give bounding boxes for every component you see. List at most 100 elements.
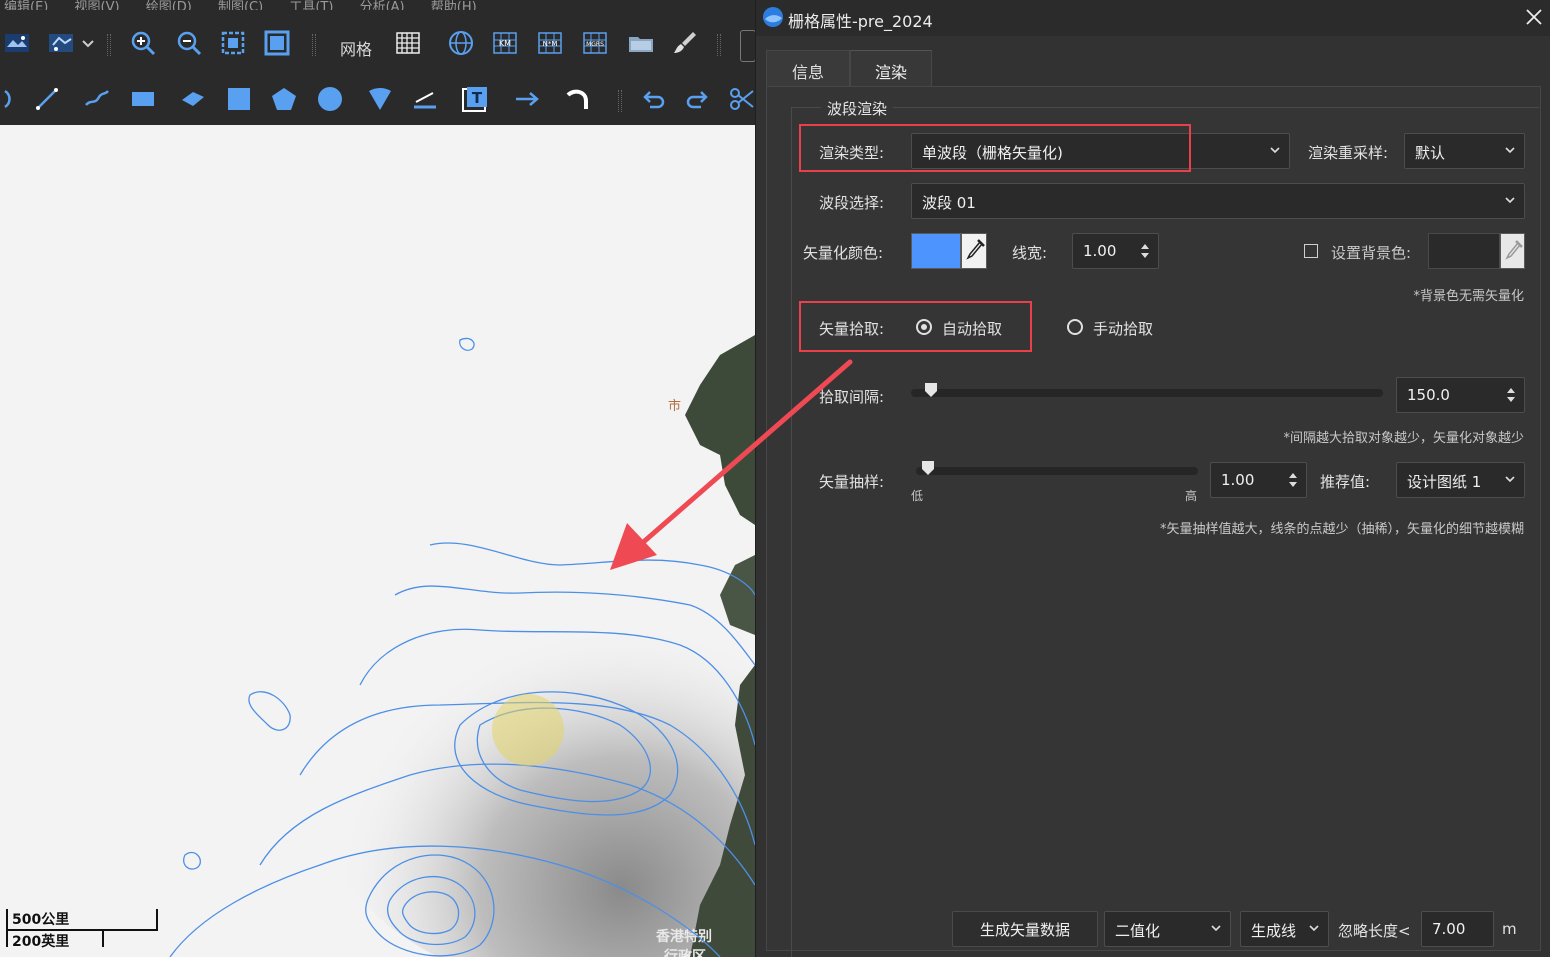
pick-auto-radio[interactable] [916,319,932,335]
spinner-arrows-icon[interactable] [1140,241,1150,261]
highlight-circle [492,694,564,766]
tab-info[interactable]: 信息 [766,50,850,87]
sample-label: 矢量抽样: [819,473,885,491]
render-type-select[interactable]: 单波段（栅格矢量化) [911,133,1290,169]
sample-slider-thumb[interactable] [921,461,934,475]
toolbar-overflow[interactable] [740,30,755,62]
line-width-value: 1.00 [1083,242,1117,260]
band-value: 波段 01 [922,194,976,212]
menu-edit[interactable]: 编辑(E) [4,0,48,10]
latlng-grid-icon[interactable] [446,28,476,58]
recommend-value: 设计图纸 1 [1407,473,1482,491]
menu-view[interactable]: 视图(V) [75,0,120,10]
dialog-titlebar[interactable]: 栅格属性-pre_2024 [756,0,1550,36]
spinner-arrows-icon[interactable] [1506,385,1516,405]
resample-select[interactable]: 默认 [1404,133,1525,169]
line-width-spinner[interactable]: 1.00 [1072,233,1159,269]
ignore-length-value: 7.00 [1432,920,1466,938]
grid-icon[interactable] [393,28,423,58]
close-icon[interactable] [1523,6,1545,28]
chevron-down-icon [1505,197,1515,204]
sector-icon[interactable] [365,84,395,114]
basemap-icon[interactable] [46,28,76,58]
map-canvas[interactable]: 市 香港特别 行政区 500公里 200英里 [0,125,755,957]
chevron-down-icon [1309,925,1319,932]
recommend-select[interactable]: 设计图纸 1 [1396,462,1525,498]
redo-icon[interactable] [683,84,713,114]
pick-auto-label[interactable]: 自动拾取 [942,318,1002,339]
menu-draw[interactable]: 绘图(D) [146,0,192,10]
grid-label: 网格 [340,40,373,59]
hook-icon[interactable] [563,84,593,114]
render-panel: 波段渲染 渲染类型: 单波段（栅格矢量化) 渲染重采样: 默认 波段选择: 波段… [766,86,1541,957]
svg-text:N*M: N*M [543,40,558,48]
arrow-tool-icon[interactable] [512,84,542,114]
eyedropper-icon [1505,240,1523,260]
square-icon[interactable] [224,84,254,114]
chevron-down-icon [1211,925,1221,932]
band-select[interactable]: 波段 01 [911,183,1525,219]
spinner-arrows-icon[interactable] [1288,470,1298,490]
folder-icon[interactable] [626,28,656,58]
menu-analysis[interactable]: 分析(A) [360,0,405,10]
chevron-down-icon [1270,147,1280,154]
layer-image-icon[interactable] [2,28,32,58]
circle-icon[interactable] [315,84,345,114]
sample-high-label: 高 [1185,489,1198,503]
parallelogram-icon[interactable] [178,84,208,114]
vector-color-swatch[interactable] [911,233,961,269]
svg-text:MGRS: MGRS [586,41,604,48]
brush-icon[interactable] [670,28,700,58]
output-value: 生成线 [1251,922,1297,940]
chevron-down-icon[interactable] [78,28,98,58]
eyedropper-button[interactable] [961,233,987,269]
km-grid-icon[interactable]: KM [490,28,520,58]
ignore-length-label: 忽略长度< [1338,922,1411,940]
interval-slider-thumb[interactable] [925,383,938,397]
interval-spinner[interactable]: 150.0 [1396,377,1525,413]
resample-value: 默认 [1415,144,1446,162]
line-icon[interactable] [32,84,62,114]
pick-manual-radio[interactable] [1067,319,1083,335]
output-select[interactable]: 生成线 [1240,911,1329,947]
toolbar-draw: T [0,70,755,125]
scissors-icon[interactable] [727,84,755,114]
sample-low-label: 低 [911,489,924,503]
text-tool-icon[interactable]: T [460,84,490,114]
generate-vector-button[interactable]: 生成矢量数据 [952,911,1098,947]
sample-slider-track[interactable] [916,467,1198,475]
scale-km-label: 500公里 [12,912,70,928]
measure-icon[interactable] [410,84,440,114]
render-type-label: 渲染类型: [819,144,885,162]
menu-help[interactable]: 帮助(H) [431,0,477,10]
chevron-down-icon [1505,147,1515,154]
sample-note: *矢量抽样值越大，线条的点越少（抽稀），矢量化的细节越模糊 [1159,522,1524,537]
recommend-label: 推荐值: [1320,473,1371,491]
ignore-length-input[interactable]: 7.00 [1421,911,1494,947]
chevron-down-icon [1505,476,1515,483]
menu-tools[interactable]: 工具(T) [289,0,333,10]
tab-render[interactable]: 渲染 [850,50,932,87]
interval-slider-track[interactable] [911,389,1383,397]
bg-eyedropper-button[interactable] [1500,233,1525,269]
undo-icon[interactable] [638,84,668,114]
full-extent-icon[interactable] [262,28,292,58]
curve-icon[interactable] [0,84,20,114]
map-label-city: 市 [668,398,681,414]
rectangle-tool-icon[interactable] [128,84,158,114]
raster-map: 市 香港特别 行政区 [0,125,755,957]
sample-spinner[interactable]: 1.00 [1210,462,1307,498]
pick-manual-label[interactable]: 手动拾取 [1093,318,1153,339]
pentagon-icon[interactable] [269,84,299,114]
bg-color-swatch[interactable] [1428,233,1500,269]
zoom-out-icon[interactable] [174,28,204,58]
mode-select[interactable]: 二值化 [1104,911,1231,947]
nm-grid-icon[interactable]: N*M [535,28,565,58]
zoom-extent-icon[interactable] [218,28,248,58]
bg-color-checkbox[interactable] [1304,244,1318,258]
mgrs-grid-icon[interactable]: MGRS [580,28,610,58]
freehand-icon[interactable] [82,84,112,114]
zoom-in-icon[interactable] [128,28,158,58]
interval-note: *间隔越大拾取对象越少，矢量化对象越少 [1283,431,1524,446]
menu-chart[interactable]: 制图(C) [218,0,263,10]
